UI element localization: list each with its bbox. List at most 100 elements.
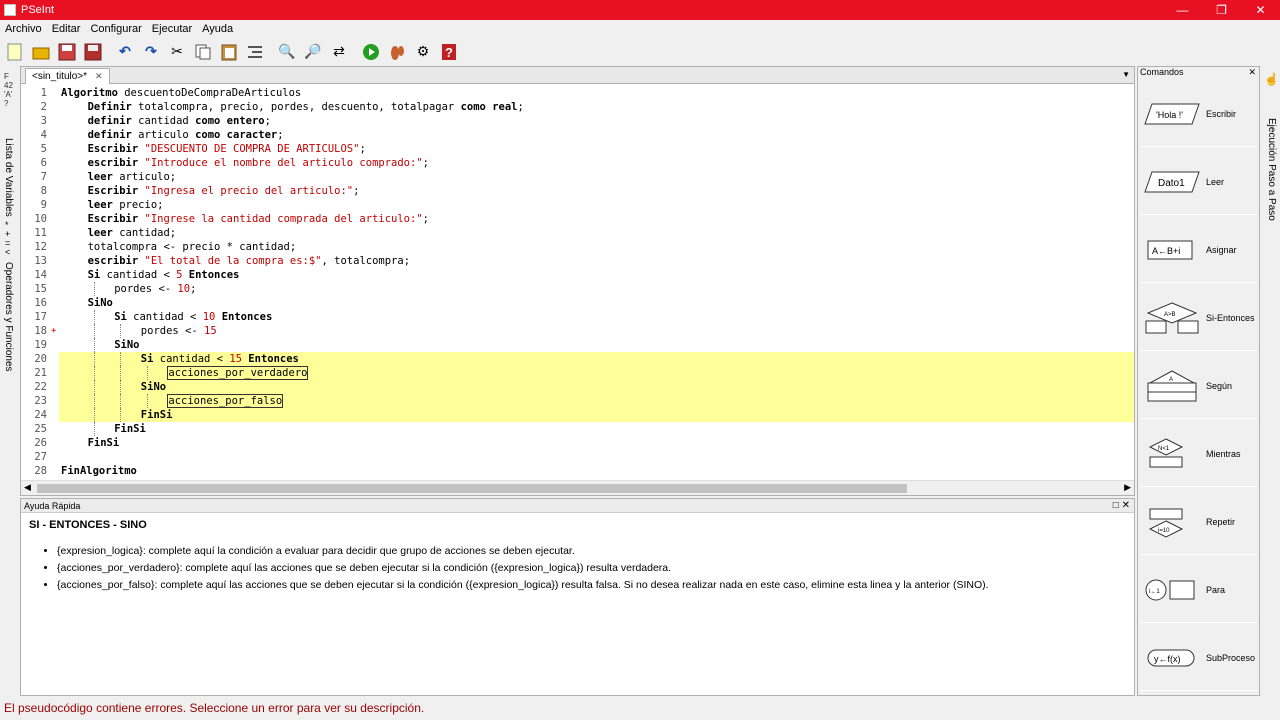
code-text: FinSi xyxy=(114,422,146,436)
code-line[interactable]: 26 FinSi xyxy=(21,436,1134,450)
code-line[interactable]: 5 Escribir "DESCUENTO DE COMPRA DE ARTICU… xyxy=(21,142,1134,156)
code-line[interactable]: 10 Escribir "Ingrese la cantidad comprada… xyxy=(21,212,1134,226)
code-text: acciones_por_falso xyxy=(167,394,284,408)
menu-ayuda[interactable]: Ayuda xyxy=(197,23,238,35)
code-line[interactable]: 11 leer cantidad; xyxy=(21,226,1134,240)
code-line[interactable]: 13 escribir "El total de la compra es:$",… xyxy=(21,254,1134,268)
cmd-segun[interactable]: A Según xyxy=(1140,353,1257,419)
tab-step-execution[interactable]: Ejecución Paso a Paso xyxy=(1266,118,1277,221)
cmd-label: Para xyxy=(1206,584,1226,595)
code-text: Si cantidad < 10 Entonces xyxy=(114,310,272,324)
code-token: totalcompra, precio, pordes, descuento, … xyxy=(131,101,461,113)
code-line[interactable]: 16 SiNo xyxy=(21,296,1134,310)
code-line[interactable]: 17 Si cantidad < 10 Entonces xyxy=(21,310,1134,324)
line-number: 26 xyxy=(34,437,47,449)
tab-sin-titulo[interactable]: <sin_titulo>* ✕ xyxy=(25,68,110,84)
open-folder-icon[interactable] xyxy=(30,41,52,63)
close-tab-icon[interactable]: ✕ xyxy=(95,71,103,82)
code-line[interactable]: 19 SiNo xyxy=(21,338,1134,352)
error-marker-icon[interactable]: + xyxy=(51,324,56,338)
panel-controls[interactable]: □ ✕ xyxy=(1113,499,1130,513)
line-number: 16 xyxy=(34,297,47,309)
close-commands-icon[interactable]: ✕ xyxy=(1248,67,1256,78)
redo-icon[interactable]: ↷ xyxy=(140,41,162,63)
paste-icon[interactable] xyxy=(218,41,240,63)
code-line[interactable]: 2 Definir totalcompra, precio, pordes, de… xyxy=(21,100,1134,114)
code-line[interactable]: 28 FinAlgoritmo xyxy=(21,464,1134,478)
tab-list-dropdown-icon[interactable]: ▼ xyxy=(1122,70,1130,79)
code-line[interactable]: 25 FinSi xyxy=(21,422,1134,436)
find-next-icon[interactable]: 🔎 xyxy=(302,41,324,63)
write-symbol-icon: 'Hola !' xyxy=(1144,96,1200,132)
help-title: SI - ENTONCES - SINO xyxy=(29,519,147,531)
svg-text:?: ? xyxy=(445,45,453,60)
code-line[interactable]: 4 definir articulo como caracter; xyxy=(21,128,1134,142)
code-line[interactable]: 6 escribir "Introduce el nombre del artic… xyxy=(21,156,1134,170)
code-line[interactable]: 14 Si cantidad < 5 Entonces xyxy=(21,268,1134,282)
svg-text:y←f(x): y←f(x) xyxy=(1154,654,1181,664)
code-line[interactable]: 12 totalcompra <- precio * cantidad; xyxy=(21,240,1134,254)
tab-operators[interactable]: Operadores y Funciones xyxy=(3,262,14,372)
code-text: definir articulo como caracter; xyxy=(88,128,284,142)
assign-symbol-icon: A←B+i xyxy=(1144,232,1200,268)
code-token: ; xyxy=(190,283,197,295)
new-file-icon[interactable] xyxy=(4,41,26,63)
code-line[interactable]: 3 definir cantidad como entero; xyxy=(21,114,1134,128)
run-icon[interactable] xyxy=(360,41,382,63)
tab-variables[interactable]: Lista de Variables xyxy=(3,138,14,217)
menu-ejecutar[interactable]: Ejecutar xyxy=(147,23,197,35)
code-line[interactable]: 1 Algoritmo descuentoDeCompraDeArticulos xyxy=(21,86,1134,100)
code-line[interactable]: 20 Si cantidad < 15 Entonces xyxy=(21,352,1134,366)
scroll-right-icon[interactable]: ▶ xyxy=(1124,482,1131,493)
code-line[interactable]: 15 pordes <- 10; xyxy=(21,282,1134,296)
code-line[interactable]: 23 acciones_por_falso xyxy=(21,394,1134,408)
debug-icon[interactable]: ⚙ xyxy=(412,41,434,63)
save-icon[interactable] xyxy=(56,41,78,63)
cmd-repetir[interactable]: i=10 Repetir xyxy=(1140,489,1257,555)
code-line[interactable]: 9 leer precio; xyxy=(21,198,1134,212)
indent-guide xyxy=(93,408,95,422)
scrollbar-thumb[interactable] xyxy=(37,484,907,493)
cmd-para[interactable]: i←1 Para xyxy=(1140,557,1257,623)
code-token: cantidad xyxy=(131,115,196,127)
cmd-escribir[interactable]: 'Hola !' Escribir xyxy=(1140,81,1257,147)
code-line[interactable]: 7 leer articulo; xyxy=(21,170,1134,184)
save-as-icon[interactable] xyxy=(82,41,104,63)
cmd-leer[interactable]: Dato1 Leer xyxy=(1140,149,1257,215)
code-token: descuentoDeCompraDeArticulos xyxy=(117,87,302,99)
code-token: ; xyxy=(359,143,366,155)
undo-icon[interactable]: ↶ xyxy=(114,41,136,63)
scroll-left-icon[interactable]: ◀ xyxy=(24,482,31,493)
cmd-asignar[interactable]: A←B+i Asignar xyxy=(1140,217,1257,283)
cut-icon[interactable]: ✂ xyxy=(166,41,188,63)
menu-configurar[interactable]: Configurar xyxy=(85,23,146,35)
replace-icon[interactable]: ⇄ xyxy=(328,41,350,63)
code-token: Escribir xyxy=(87,213,139,225)
step-icon[interactable] xyxy=(386,41,408,63)
minimize-button[interactable]: — xyxy=(1163,0,1202,20)
menu-editar[interactable]: Editar xyxy=(47,23,86,35)
code-line[interactable]: 18 + pordes <- 15 xyxy=(21,324,1134,338)
indent-icon[interactable] xyxy=(244,41,266,63)
copy-icon[interactable] xyxy=(192,41,214,63)
horizontal-scrollbar[interactable]: ◀ ▶ xyxy=(21,480,1134,495)
close-button[interactable]: ✕ xyxy=(1241,0,1280,20)
line-number: 25 xyxy=(34,423,47,435)
cmd-mientras[interactable]: N<1 Mientras xyxy=(1140,421,1257,487)
code-line[interactable]: 21 acciones_por_verdadero xyxy=(21,366,1134,380)
code-line[interactable]: 8 Escribir "Ingresa el precio del articul… xyxy=(21,184,1134,198)
cmd-subproceso[interactable]: y←f(x) SubProceso xyxy=(1140,625,1257,691)
search-icon[interactable]: 🔍 xyxy=(276,41,298,63)
code-line[interactable]: 22 SiNo xyxy=(21,380,1134,394)
code-line[interactable]: 24 FinSi xyxy=(21,408,1134,422)
code-token: articulo xyxy=(131,129,196,141)
window-title: PSeInt xyxy=(21,4,55,16)
code-editor[interactable]: 1 Algoritmo descuentoDeCompraDeArticulos 2… xyxy=(21,86,1134,480)
maximize-button[interactable]: ❐ xyxy=(1202,0,1241,20)
line-number: 24 xyxy=(34,409,47,421)
code-line[interactable]: 27 xyxy=(21,450,1134,464)
help-icon[interactable]: ? xyxy=(438,41,460,63)
code-text: pordes <- 15 xyxy=(141,324,217,338)
cmd-si-entonces[interactable]: A>B Si-Entonces xyxy=(1140,285,1257,351)
menu-archivo[interactable]: Archivo xyxy=(0,23,47,35)
